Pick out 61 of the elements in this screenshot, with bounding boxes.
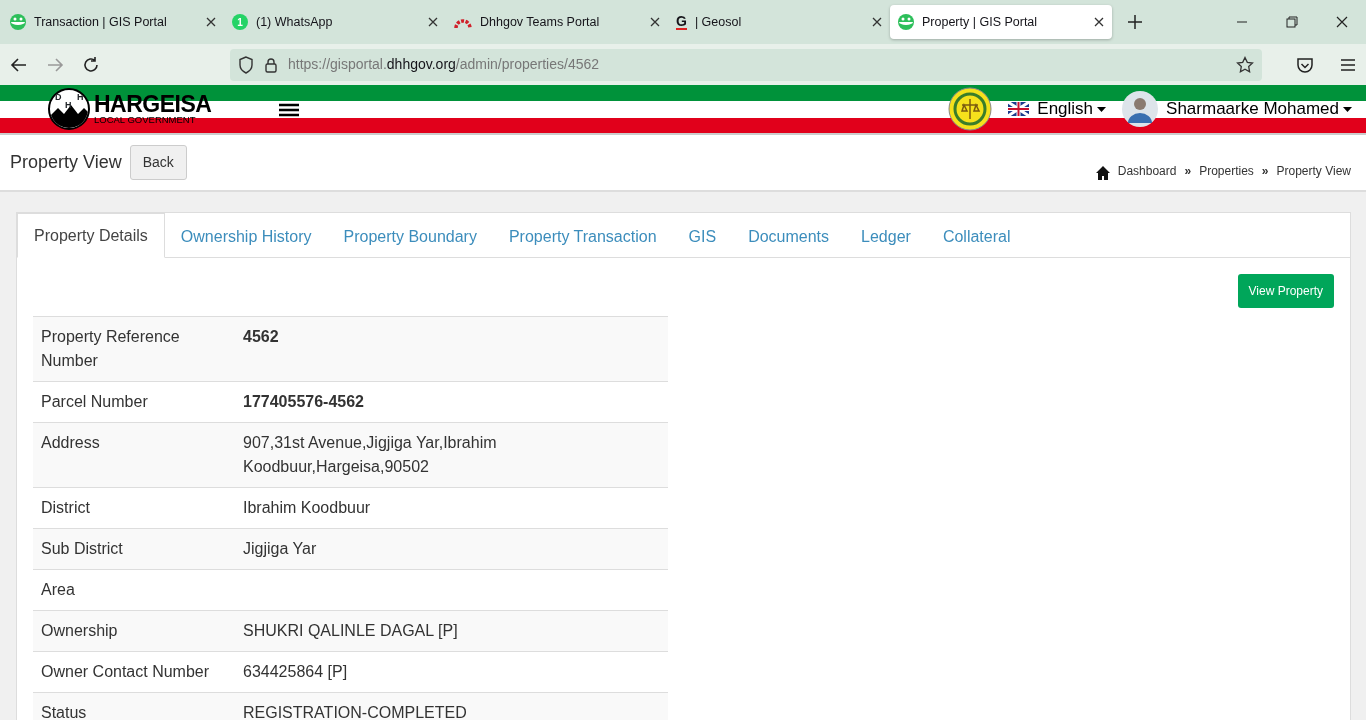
- breadcrumb-separator: »: [1261, 162, 1269, 180]
- close-icon[interactable]: [1094, 17, 1104, 27]
- browser-tab[interactable]: Dhhgov Teams Portal: [446, 5, 668, 39]
- shield-icon: [238, 55, 254, 74]
- tab[interactable]: Property Transaction: [492, 213, 673, 257]
- field-value: 177405576-4562: [243, 393, 364, 410]
- field-value: Jigjiga Yar: [243, 540, 317, 557]
- field-value: Ibrahim Koodbuur: [243, 499, 371, 516]
- geosol-logo: G: [676, 14, 687, 30]
- close-icon[interactable]: [1336, 16, 1348, 28]
- field-label: Ownership: [41, 622, 118, 639]
- tab[interactable]: Property Details: [17, 213, 165, 258]
- tab[interactable]: Ledger: [845, 213, 927, 257]
- tab[interactable]: GIS: [672, 213, 733, 257]
- close-icon[interactable]: [650, 17, 660, 27]
- tab[interactable]: Ownership History: [164, 213, 328, 257]
- avatar-icon[interactable]: [1122, 91, 1159, 127]
- browser-tab[interactable]: G | Geosol: [668, 5, 890, 39]
- page-title: Property View: [10, 151, 122, 174]
- star-icon[interactable]: [1236, 55, 1254, 74]
- user-dropdown[interactable]: Sharmaarke Mohamed: [1166, 96, 1352, 122]
- breadcrumb-current: Property View: [1276, 162, 1351, 180]
- emblem-icon: [948, 87, 993, 131]
- arc-icon: [454, 16, 472, 28]
- field-value: REGISTRATION-COMPLETED: [243, 704, 467, 720]
- tab[interactable]: Documents: [732, 213, 846, 257]
- browser-tab[interactable]: 1 (1) WhatsApp: [224, 5, 446, 39]
- close-icon[interactable]: [428, 17, 438, 27]
- field-label: Parcel Number: [41, 393, 148, 410]
- flag-icon: [1008, 102, 1030, 116]
- address-bar[interactable]: https://gisportal.dhhgov.org/admin/properties/4562: [230, 48, 1262, 81]
- field-value: 634425864 [P]: [243, 663, 348, 680]
- lock-icon: [264, 56, 278, 73]
- field-value: SHUKRI QALINLE DAGAL [P]: [243, 622, 458, 639]
- whatsapp-badge: 1: [232, 14, 248, 30]
- language-dropdown[interactable]: English: [1037, 96, 1107, 122]
- field-value: 4562: [243, 328, 279, 345]
- close-icon[interactable]: [872, 17, 882, 27]
- back-button[interactable]: Back: [129, 145, 187, 180]
- breadcrumb-link[interactable]: Dashboard: [1117, 161, 1177, 180]
- new-tab-icon[interactable]: [1128, 15, 1142, 29]
- breadcrumb-separator: »: [1184, 162, 1192, 180]
- field-label: Area: [41, 581, 75, 598]
- restore-icon[interactable]: [1286, 16, 1298, 28]
- field-label: Sub District: [41, 540, 123, 557]
- field-label: Address: [41, 434, 100, 451]
- field-label: Owner Contact Number: [41, 663, 210, 680]
- field-label: Status: [41, 704, 87, 720]
- caret-icon: [1343, 106, 1352, 112]
- url-text: https://gisportal.dhhgov.org/admin/properties/4562: [288, 55, 601, 74]
- browser-tab[interactable]: Transaction | GIS Portal: [2, 5, 224, 39]
- browser-tab[interactable]: Property | GIS Portal: [890, 5, 1112, 39]
- field-value: 907,31st Avenue,Jigjiga Yar,Ibrahim Koodbuur,Hargeisa,90502: [243, 434, 497, 475]
- tab[interactable]: Property Boundary: [327, 213, 493, 257]
- tab[interactable]: Collateral: [926, 213, 1027, 257]
- field-label: Property Reference Number: [41, 328, 180, 369]
- field-label: District: [41, 499, 90, 516]
- caret-icon: [1097, 106, 1107, 112]
- breadcrumb-link[interactable]: Properties: [1199, 161, 1254, 180]
- close-icon[interactable]: [206, 17, 216, 27]
- home-icon: [1095, 165, 1110, 180]
